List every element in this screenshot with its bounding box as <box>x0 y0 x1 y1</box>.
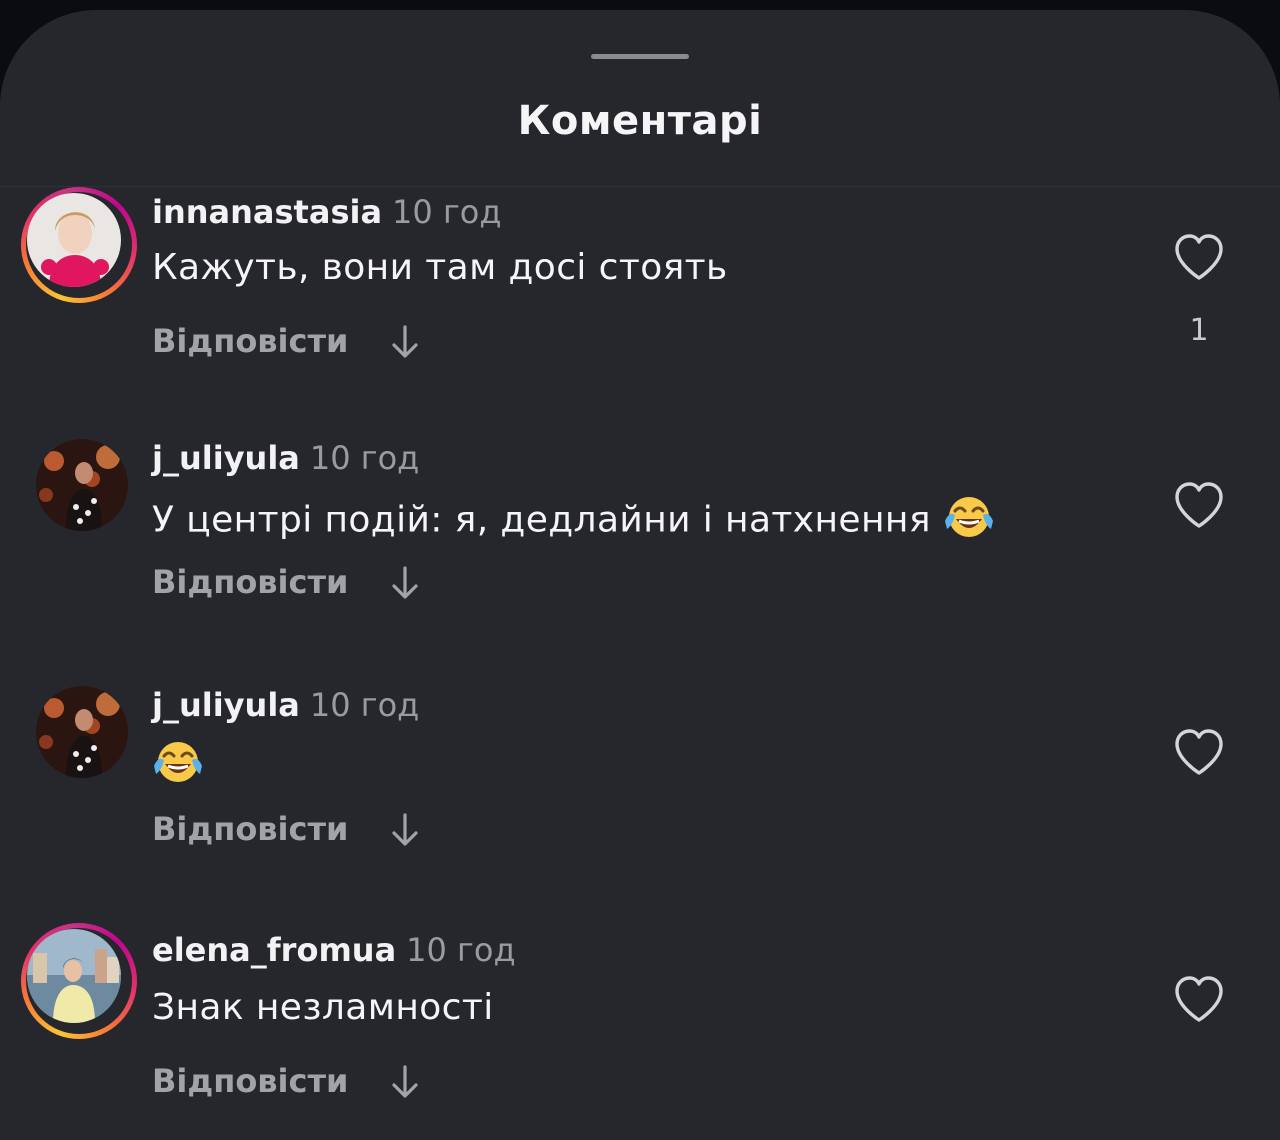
avatar[interactable] <box>21 187 137 303</box>
comment-text-body: У центрі подій: я, дедлайни і натхнення <box>152 499 931 541</box>
avatar-photo-icon <box>36 439 128 531</box>
arrow-down-icon[interactable] <box>390 565 420 601</box>
username-text[interactable]: elena_fromua <box>152 931 396 969</box>
avatar-photo-icon <box>27 929 121 1023</box>
comment-text: Знак незламності <box>152 987 494 1028</box>
face-with-tears-of-joy-emoji <box>943 493 995 550</box>
comment-item: elena_fromua 10 год Знак незламності Відп… <box>0 923 1280 1127</box>
heart-icon[interactable] <box>1172 481 1226 531</box>
comment-text: У центрі подій: я, дедлайни і натхнення <box>152 493 995 550</box>
comment-text: Кажуть, вони там досі стоять <box>152 247 728 288</box>
comment-item: j_uliyula 10 год Відповісти <box>0 680 1280 880</box>
comments-sheet: Коментарі innanastasia 10 год Кажуть, во… <box>0 10 1280 1140</box>
like-count: 1 <box>1189 313 1209 348</box>
face-with-tears-of-joy-emoji <box>152 738 204 795</box>
comment-time: 10 год <box>406 931 516 969</box>
username-text[interactable]: j_uliyula <box>152 686 300 724</box>
comment-time: 10 год <box>309 439 420 477</box>
reply-button[interactable]: Відповісти <box>152 322 348 360</box>
comment-username[interactable]: j_uliyula 10 год <box>152 686 419 724</box>
comment-username[interactable]: j_uliyula 10 год <box>152 439 419 477</box>
avatar[interactable] <box>21 923 137 1039</box>
comment-username[interactable]: elena_fromua 10 год <box>152 931 516 969</box>
reply-button[interactable]: Відповісти <box>152 810 348 848</box>
comment-text <box>152 738 204 795</box>
arrow-down-icon[interactable] <box>390 324 420 360</box>
comment-username[interactable]: innanastasia 10 год <box>152 193 501 231</box>
sheet-title: Коментарі <box>517 98 763 144</box>
avatar-photo-icon <box>36 686 128 778</box>
comment-item: innanastasia 10 год Кажуть, вони там досі… <box>0 187 1280 387</box>
reply-button[interactable]: Відповісти <box>152 563 348 601</box>
comment-item: j_uliyula 10 год У центрі подій: я, дедла… <box>0 433 1280 633</box>
arrow-down-icon[interactable] <box>390 1064 420 1100</box>
heart-icon[interactable] <box>1172 233 1226 283</box>
arrow-down-icon[interactable] <box>390 812 420 848</box>
comment-time: 10 год <box>392 193 502 231</box>
comments-list[interactable]: innanastasia 10 год Кажуть, вони там досі… <box>0 187 1280 1140</box>
username-text[interactable]: innanastasia <box>152 193 382 231</box>
heart-icon[interactable] <box>1172 728 1226 778</box>
heart-icon[interactable] <box>1172 975 1226 1025</box>
reply-button[interactable]: Відповісти <box>152 1062 348 1100</box>
comment-time: 10 год <box>309 686 420 724</box>
avatar[interactable] <box>36 686 128 778</box>
drag-handle[interactable] <box>591 54 689 59</box>
avatar[interactable] <box>36 439 128 531</box>
avatar-photo-icon <box>27 193 121 287</box>
username-text[interactable]: j_uliyula <box>152 439 300 477</box>
